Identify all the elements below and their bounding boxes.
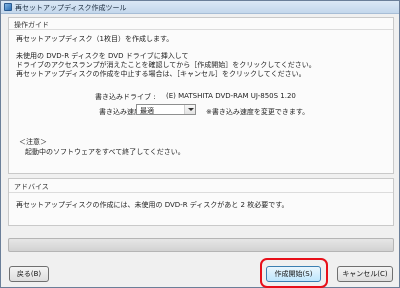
drive-label: 書き込みドライブ : [95, 93, 156, 101]
speed-select[interactable]: 最適 [136, 104, 196, 115]
advice-divider [9, 192, 393, 193]
guide-text-line1: 再セットアップディスク（1枚目）を作成します。 [16, 35, 174, 43]
back-button[interactable]: 戻る(B) [9, 266, 49, 282]
highlight-annotation [260, 258, 328, 288]
speed-note: ※書き込み速度を変更できます。 [206, 108, 310, 116]
advice-panel: アドバイス 再セットアップディスクの作成には、未使用の DVD-R ディスクがあ… [8, 178, 394, 226]
speed-select-value: 最適 [140, 107, 154, 115]
note-text: 起動中のソフトウェアをすべて終了してください。 [25, 148, 185, 156]
progress-bar [8, 238, 394, 252]
window-title: 再セットアップディスク作成ツール [15, 4, 127, 12]
advice-text: 再セットアップディスクの作成には、未使用の DVD-R ディスクがあと 2 枚必… [16, 201, 289, 209]
app-window: 再セットアップディスク作成ツール 操作ガイド 再セットアップディスク（1枚目）を… [0, 0, 400, 288]
chevron-down-icon[interactable] [184, 105, 195, 114]
title-bar: 再セットアップディスク作成ツール [1, 1, 399, 14]
drive-value: (E) MATSHITA DVD-RAM UJ-850S 1.20 [166, 92, 296, 100]
advice-heading: アドバイス [14, 183, 49, 191]
note-title: ＜注意＞ [19, 138, 47, 146]
guide-divider [9, 29, 393, 30]
operation-guide-panel: 操作ガイド 再セットアップディスク（1枚目）を作成します。 未使用の DVD-R… [8, 17, 394, 174]
cancel-button[interactable]: キャンセル(C) [337, 266, 393, 282]
guide-text-line4: 再セットアップディスクの作成を中止する場合は、［キャンセル］をクリックしてくださ… [16, 70, 306, 78]
app-icon [4, 3, 12, 11]
